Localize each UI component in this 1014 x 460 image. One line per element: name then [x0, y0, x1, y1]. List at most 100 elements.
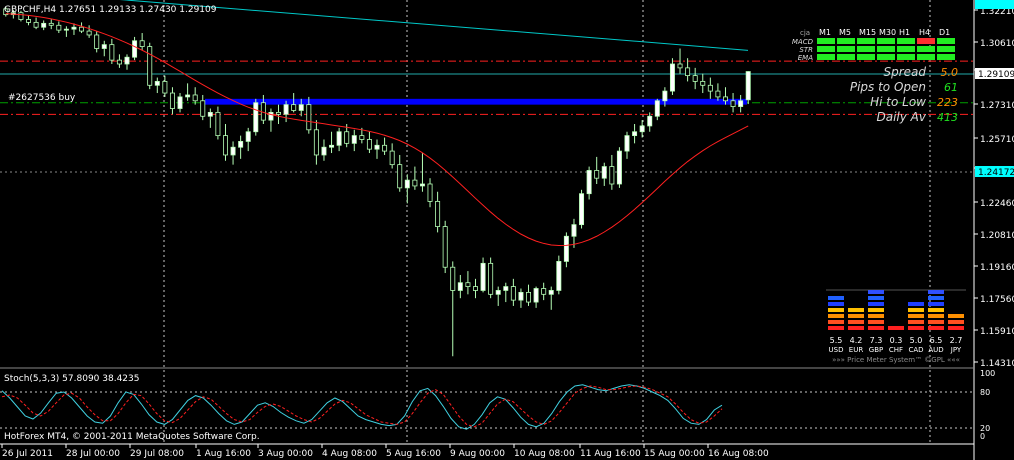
candle-body	[632, 131, 638, 137]
candle-body	[276, 111, 281, 115]
candle-body	[63, 28, 69, 31]
candle-body	[601, 166, 607, 179]
y-tick-label: 1.19160	[980, 263, 1014, 273]
candle-body	[404, 179, 410, 189]
signal-timeframe: M5	[839, 28, 851, 37]
candle-body	[510, 286, 516, 301]
price-meter-bar	[828, 314, 844, 318]
price-meter-currency: GBP	[869, 346, 883, 354]
info-value: 223	[937, 96, 958, 109]
stoch-level-label: 0	[980, 432, 985, 441]
candle-body	[707, 84, 713, 92]
signal-cell	[837, 46, 855, 52]
candle-body	[563, 235, 569, 262]
marker-price-text: 1.24172	[978, 168, 1014, 178]
y-tick-label: 1.20810	[980, 231, 1014, 241]
price-meter-bar	[828, 296, 844, 300]
price-meter-bar	[868, 290, 884, 294]
candle-body	[730, 100, 736, 107]
candle-body	[397, 164, 403, 189]
candle-body	[548, 290, 554, 295]
signal-cell	[917, 46, 935, 52]
candle-body	[526, 291, 531, 303]
candle-body	[465, 282, 471, 287]
signal-cell	[897, 46, 915, 52]
candle-body	[662, 90, 668, 102]
signal-cell	[817, 38, 835, 44]
candle-body	[223, 135, 228, 156]
price-meter-value: 4.2	[850, 336, 863, 345]
x-tick-label: 4 Aug 08:00	[322, 449, 377, 459]
candle-body	[71, 26, 77, 30]
candle-body	[26, 19, 31, 23]
signal-table-header: cja	[800, 29, 810, 37]
y-tick-label: 1.14310	[980, 359, 1014, 369]
candle-body	[162, 81, 168, 94]
candle-body	[351, 135, 357, 144]
candle-body	[639, 125, 645, 133]
info-value: 5.0	[941, 66, 959, 79]
candle-body	[366, 139, 372, 150]
candle-body	[647, 115, 653, 127]
x-tick-label: 28 Jul 00:00	[66, 449, 120, 459]
candle-body	[298, 104, 304, 111]
signal-cell	[817, 54, 835, 60]
price-meter-value: 6.5	[930, 336, 943, 345]
candle-body	[109, 44, 115, 61]
candle-body	[389, 150, 395, 166]
price-meter-bar	[828, 326, 844, 330]
signal-cell	[937, 38, 955, 44]
candle-body	[594, 170, 600, 179]
price-meter-value: 5.0	[910, 336, 923, 345]
trade-label[interactable]: #2627536 buy	[8, 93, 76, 103]
signal-timeframe: M15	[859, 28, 876, 37]
candle-body	[359, 135, 365, 140]
copyright-text: HotForex MT4, © 2001-2011 MetaQuotes Sof…	[4, 432, 260, 442]
info-label: Daily Av	[877, 110, 927, 124]
price-meter-bar	[828, 302, 844, 306]
signal-timeframe: H1	[899, 28, 910, 37]
price-meter-bar	[908, 320, 924, 324]
price-meter-bar	[868, 308, 884, 312]
info-value: 413	[937, 111, 958, 124]
signal-cell	[877, 46, 895, 52]
stoch-level-label: 100	[980, 369, 995, 378]
price-meter-bar	[908, 314, 924, 318]
signal-timeframe: H4	[919, 28, 930, 37]
candle-body	[442, 226, 448, 268]
y-tick-label: 1.30610	[980, 39, 1014, 49]
signal-cell	[857, 46, 875, 52]
signal-cell	[877, 54, 895, 60]
candle-body	[533, 288, 539, 303]
candle-body	[488, 262, 494, 295]
x-tick-label: 3 Aug 00:00	[258, 449, 313, 459]
y-tick-label: 1.15910	[980, 327, 1014, 337]
signal-row-label: EMA	[798, 54, 813, 62]
x-tick-label: 9 Aug 00:00	[450, 449, 505, 459]
candle-body	[518, 291, 524, 301]
candle-body	[200, 100, 206, 117]
price-meter-value: 2.7	[950, 336, 963, 345]
candle-body	[169, 92, 175, 109]
candle-body	[139, 40, 145, 47]
candle-body	[56, 24, 62, 31]
info-value: 61	[944, 81, 958, 94]
candle-body	[48, 22, 54, 26]
candle-body	[745, 71, 751, 101]
price-meter-bar	[928, 314, 944, 318]
x-tick-label: 29 Jul 08:00	[130, 449, 184, 459]
price-meter-value: 7.3	[870, 336, 883, 345]
price-meter-bar	[928, 308, 944, 312]
candle-body	[306, 104, 312, 131]
candle-body	[669, 63, 675, 92]
signal-row-label: STR	[799, 46, 813, 54]
price-meter-currency: EUR	[849, 346, 864, 354]
price-meter-bar	[928, 290, 944, 294]
signal-cell	[857, 54, 875, 60]
price-meter-currency: USD	[829, 346, 844, 354]
price-meter-bar	[888, 326, 904, 330]
x-tick-label: 16 Aug 08:00	[708, 449, 769, 459]
price-meter-bar	[928, 320, 944, 324]
symbol-header: GBPCHF,H4 1.27651 1.29133 1.27430 1.2910…	[4, 5, 217, 15]
price-meter-bar	[828, 320, 844, 324]
